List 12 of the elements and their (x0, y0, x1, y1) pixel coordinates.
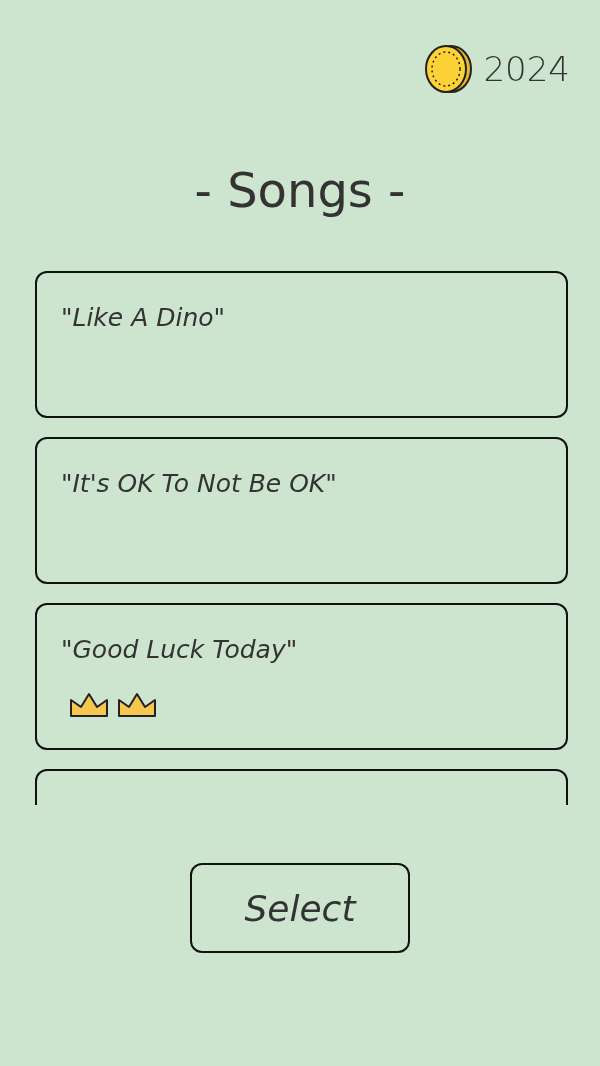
crown-icon (117, 692, 157, 718)
coin-count: 2024 (483, 49, 570, 89)
select-button[interactable]: Select (190, 863, 410, 953)
coin-icon (423, 44, 474, 94)
song-card[interactable]: "Good Luck Today" (35, 603, 568, 750)
screen-title: - Songs - (193, 161, 407, 220)
song-title: "Good Luck Today" (61, 635, 299, 664)
song-title: "It's OK To Not Be OK" (61, 469, 338, 498)
song-card[interactable]: "It's OK To Not Be OK" (35, 437, 568, 584)
song-title: "Like A Dino" (61, 303, 227, 332)
song-card[interactable]: "Like A Dino" (35, 271, 568, 418)
crown-icon (69, 692, 109, 718)
